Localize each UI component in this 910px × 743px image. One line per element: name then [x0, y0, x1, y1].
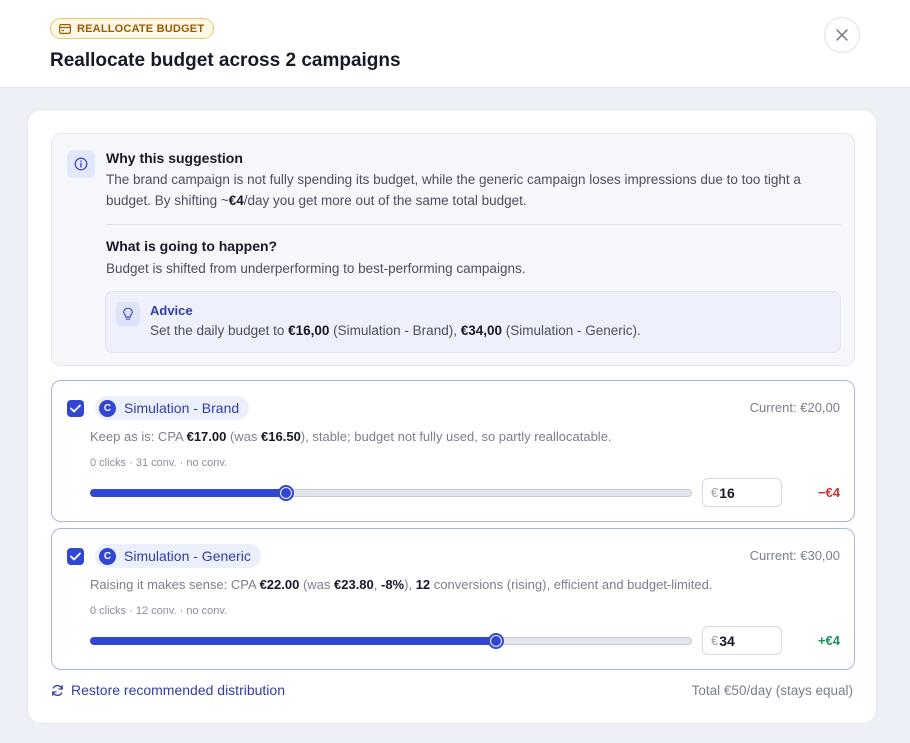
- campaign-checkbox-generic[interactable]: [67, 548, 84, 565]
- what-happens-text: Budget is shifted from underperforming t…: [106, 261, 526, 276]
- budget-input-generic[interactable]: €: [702, 626, 782, 655]
- campaign-card-generic: C Simulation - Generic Current: €30,00 R…: [51, 528, 855, 670]
- campaign-stats: 0 clicks · 31 conv. · no conv.: [90, 457, 228, 469]
- checkmark-icon: [70, 552, 81, 561]
- budget-slider-generic[interactable]: [90, 633, 692, 649]
- campaign-name: Simulation - Generic: [124, 548, 251, 564]
- info-icon: [67, 150, 95, 178]
- total-budget: Total €50/day (stays equal): [691, 683, 853, 698]
- campaign-description: Raising it makes sense: CPA €22.00 (was …: [90, 577, 713, 592]
- budget-value-field[interactable]: [719, 484, 775, 501]
- campaign-card-brand: C Simulation - Brand Current: €20,00 Kee…: [51, 380, 855, 522]
- campaign-stats: 0 clicks · 12 conv. · no conv.: [90, 605, 228, 617]
- dialog-title: Reallocate budget across 2 campaigns: [50, 50, 401, 71]
- budget-delta: −€4: [817, 485, 840, 500]
- restore-distribution-link[interactable]: Restore recommended distribution: [51, 682, 285, 698]
- advice-text: Set the daily budget to €16,00 (Simulati…: [150, 323, 641, 338]
- budget-value-field[interactable]: [719, 632, 775, 649]
- currency-symbol: €: [711, 485, 719, 500]
- refresh-icon: [52, 684, 63, 696]
- slider-fill: [90, 637, 495, 645]
- currency-symbol: €: [711, 633, 719, 648]
- info-divider: [106, 224, 841, 225]
- budget-delta: +€4: [817, 633, 840, 648]
- current-budget: Current: €20,00: [749, 400, 840, 415]
- campaign-checkbox-brand[interactable]: [67, 400, 84, 417]
- close-button[interactable]: [824, 17, 860, 53]
- current-budget: Current: €30,00: [749, 548, 840, 563]
- dialog-header: REALLOCATE BUDGET Reallocate budget acro…: [0, 0, 910, 88]
- campaign-description: Keep as is: CPA €17.00 (was €16.50), sta…: [90, 429, 612, 444]
- reallocation-card: Why this suggestion The brand campaign i…: [27, 109, 877, 724]
- checkmark-icon: [70, 404, 81, 413]
- restore-label: Restore recommended distribution: [71, 682, 285, 698]
- what-happens-heading: What is going to happen?: [106, 238, 278, 254]
- campaign-avatar: C: [99, 399, 116, 417]
- why-suggestion-text: The brand campaign is not fully spending…: [106, 172, 801, 208]
- campaign-chip-brand: C Simulation - Brand: [95, 396, 250, 420]
- advice-heading: Advice: [150, 303, 193, 318]
- advice-box: Advice Set the daily budget to €16,00 (S…: [105, 291, 841, 353]
- lightbulb-icon: [116, 302, 140, 326]
- campaign-avatar: C: [99, 547, 116, 565]
- reallocate-budget-badge: REALLOCATE BUDGET: [50, 18, 215, 39]
- campaign-chip-generic: C Simulation - Generic: [95, 544, 261, 568]
- campaign-name: Simulation - Brand: [124, 400, 240, 416]
- close-icon: [836, 29, 848, 41]
- wallet-icon: [59, 23, 71, 34]
- budget-input-brand[interactable]: €: [702, 478, 782, 507]
- budget-slider-brand[interactable]: [90, 485, 692, 501]
- slider-thumb[interactable]: [488, 633, 504, 649]
- slider-thumb[interactable]: [278, 485, 294, 501]
- why-suggestion-heading: Why this suggestion: [106, 150, 243, 166]
- slider-fill: [90, 489, 285, 497]
- suggestion-info-box: Why this suggestion The brand campaign i…: [51, 133, 855, 366]
- badge-label: REALLOCATE BUDGET: [77, 22, 205, 35]
